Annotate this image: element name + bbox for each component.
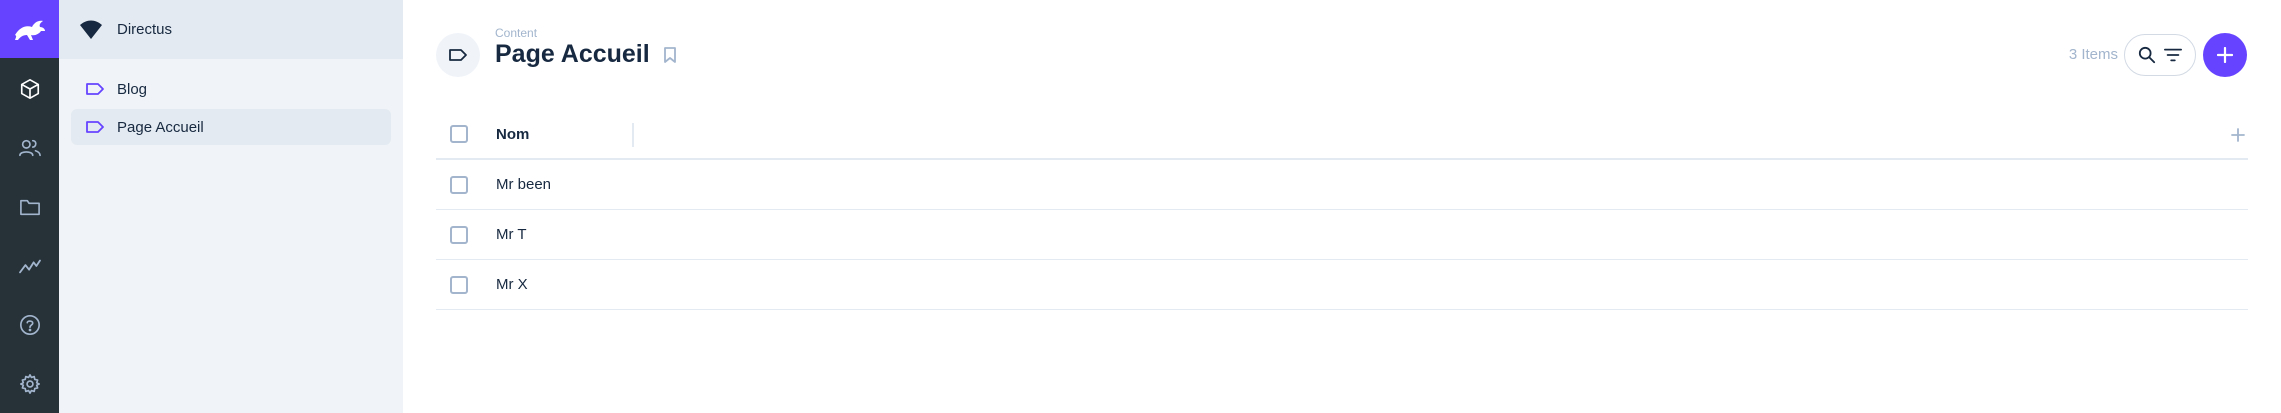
cell-nom: Mr X (496, 276, 528, 293)
cell-nom: Mr been (496, 176, 552, 193)
page-title: Page Accueil (495, 40, 650, 68)
content-module[interactable] (0, 59, 59, 118)
settings-icon (19, 373, 40, 394)
app-window: Directus Blog Page Accueil Content Page … (0, 0, 2281, 413)
add-column-button[interactable] (2228, 125, 2248, 145)
cell-nom: Mr T (496, 226, 527, 243)
row-checkbox[interactable] (450, 275, 468, 294)
plus-icon (2217, 47, 2233, 63)
table-row[interactable]: Mr T (436, 210, 2248, 260)
content-icon (20, 78, 39, 99)
plus-icon (2231, 128, 2245, 142)
directus-logo[interactable] (0, 0, 59, 59)
help-icon (19, 314, 40, 335)
nav-item-page-accueil[interactable]: Page Accueil (71, 109, 391, 145)
item-count: 3 Items (2068, 46, 2118, 63)
nav-item-label: Blog (117, 80, 148, 98)
bookmark-tag-icon (85, 117, 105, 137)
files-module[interactable] (0, 177, 59, 236)
bookmark-tag-icon (449, 49, 467, 61)
wifi-icon (79, 18, 103, 42)
page-header: Content Page Accueil 3 Items (403, 0, 2281, 110)
column-header-nom[interactable]: Nom (496, 126, 529, 143)
row-checkbox[interactable] (450, 175, 468, 194)
create-item-button[interactable] (2203, 33, 2247, 77)
folder-icon (19, 199, 40, 215)
search-icon[interactable] (2138, 46, 2156, 64)
collection-list: Blog Page Accueil (59, 59, 403, 145)
search-filter-control[interactable] (2124, 34, 2196, 76)
nav-item-label: Page Accueil (117, 118, 204, 136)
insights-icon (18, 259, 41, 273)
project-name: Directus (117, 21, 173, 38)
bookmark-tag-icon (85, 79, 105, 99)
main-content: Content Page Accueil 3 Items Nom Mr been… (403, 0, 2281, 413)
project-header[interactable]: Directus (59, 0, 403, 59)
bookmark-icon (664, 47, 676, 63)
items-table: Nom Mr been Mr T Mr X (436, 110, 2248, 310)
breadcrumb[interactable]: Content (495, 26, 537, 40)
filter-icon[interactable] (2164, 48, 2182, 62)
row-checkbox[interactable] (450, 225, 468, 244)
bookmark-button[interactable] (660, 44, 680, 66)
table-row[interactable]: Mr X (436, 260, 2248, 310)
settings-module[interactable] (0, 354, 59, 413)
nav-item-blog[interactable]: Blog (71, 71, 391, 107)
users-icon (18, 139, 41, 156)
navigation-panel: Directus Blog Page Accueil (59, 0, 403, 413)
help-module[interactable] (0, 295, 59, 354)
module-bar (0, 0, 59, 413)
rabbit-logo-icon (14, 20, 45, 40)
users-module[interactable] (0, 118, 59, 177)
insights-module[interactable] (0, 236, 59, 295)
select-all-checkbox[interactable] (450, 125, 468, 143)
table-header-row: Nom (436, 110, 2248, 160)
column-resize-handle[interactable] (632, 123, 634, 147)
table-row[interactable]: Mr been (436, 160, 2248, 210)
collection-icon-button[interactable] (436, 33, 480, 77)
